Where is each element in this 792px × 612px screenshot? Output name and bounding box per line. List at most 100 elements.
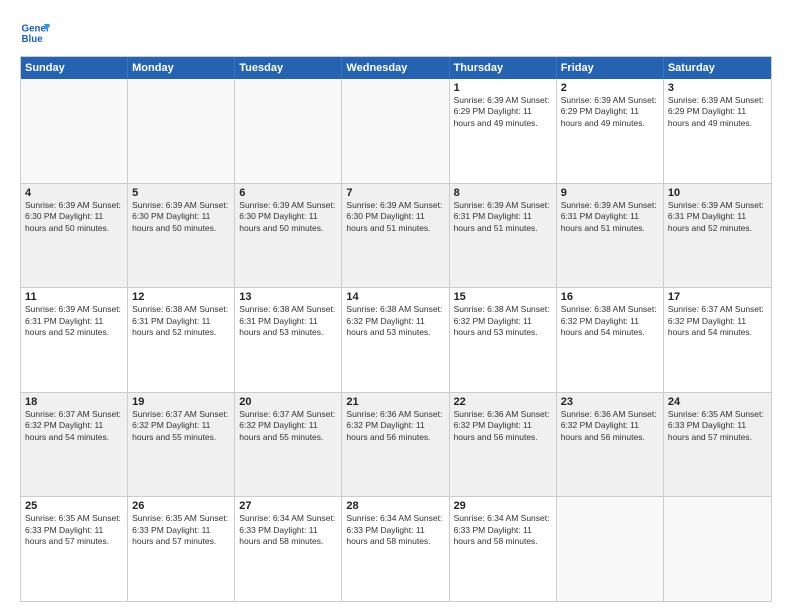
cell-info: Sunrise: 6:39 AM Sunset: 6:30 PM Dayligh… [239, 200, 337, 234]
day-number: 22 [454, 396, 552, 408]
day-number: 9 [561, 187, 659, 199]
calendar-cell: 14Sunrise: 6:38 AM Sunset: 6:32 PM Dayli… [342, 288, 449, 392]
calendar-cell: 22Sunrise: 6:36 AM Sunset: 6:32 PM Dayli… [450, 393, 557, 497]
day-number: 16 [561, 291, 659, 303]
calendar-cell: 20Sunrise: 6:37 AM Sunset: 6:32 PM Dayli… [235, 393, 342, 497]
cell-info: Sunrise: 6:39 AM Sunset: 6:29 PM Dayligh… [668, 95, 767, 129]
calendar-cell: 23Sunrise: 6:36 AM Sunset: 6:32 PM Dayli… [557, 393, 664, 497]
weekday-header-saturday: Saturday [664, 57, 771, 79]
day-number: 19 [132, 396, 230, 408]
cell-info: Sunrise: 6:35 AM Sunset: 6:33 PM Dayligh… [668, 409, 767, 443]
cell-info: Sunrise: 6:38 AM Sunset: 6:31 PM Dayligh… [239, 304, 337, 338]
cell-info: Sunrise: 6:37 AM Sunset: 6:32 PM Dayligh… [239, 409, 337, 443]
day-number: 29 [454, 500, 552, 512]
day-number: 10 [668, 187, 767, 199]
cell-info: Sunrise: 6:34 AM Sunset: 6:33 PM Dayligh… [454, 513, 552, 547]
calendar-cell: 25Sunrise: 6:35 AM Sunset: 6:33 PM Dayli… [21, 497, 128, 601]
day-number: 13 [239, 291, 337, 303]
calendar-cell: 19Sunrise: 6:37 AM Sunset: 6:32 PM Dayli… [128, 393, 235, 497]
day-number: 18 [25, 396, 123, 408]
cell-info: Sunrise: 6:39 AM Sunset: 6:31 PM Dayligh… [668, 200, 767, 234]
day-number: 3 [668, 82, 767, 94]
calendar-row-4: 25Sunrise: 6:35 AM Sunset: 6:33 PM Dayli… [21, 496, 771, 601]
cell-info: Sunrise: 6:39 AM Sunset: 6:31 PM Dayligh… [454, 200, 552, 234]
day-number: 23 [561, 396, 659, 408]
day-number: 27 [239, 500, 337, 512]
calendar-cell: 21Sunrise: 6:36 AM Sunset: 6:32 PM Dayli… [342, 393, 449, 497]
cell-info: Sunrise: 6:36 AM Sunset: 6:32 PM Dayligh… [346, 409, 444, 443]
day-number: 4 [25, 187, 123, 199]
calendar-header: SundayMondayTuesdayWednesdayThursdayFrid… [21, 57, 771, 79]
calendar-cell: 6Sunrise: 6:39 AM Sunset: 6:30 PM Daylig… [235, 184, 342, 288]
weekday-header-tuesday: Tuesday [235, 57, 342, 79]
calendar-cell: 13Sunrise: 6:38 AM Sunset: 6:31 PM Dayli… [235, 288, 342, 392]
calendar-cell: 29Sunrise: 6:34 AM Sunset: 6:33 PM Dayli… [450, 497, 557, 601]
calendar-cell: 2Sunrise: 6:39 AM Sunset: 6:29 PM Daylig… [557, 79, 664, 183]
day-number: 25 [25, 500, 123, 512]
day-number: 28 [346, 500, 444, 512]
calendar-cell: 26Sunrise: 6:35 AM Sunset: 6:33 PM Dayli… [128, 497, 235, 601]
day-number: 17 [668, 291, 767, 303]
page: General Blue SundayMondayTuesdayWednesda… [0, 0, 792, 612]
day-number: 11 [25, 291, 123, 303]
calendar: SundayMondayTuesdayWednesdayThursdayFrid… [20, 56, 772, 602]
logo-icon: General Blue [20, 18, 50, 48]
calendar-cell: 18Sunrise: 6:37 AM Sunset: 6:32 PM Dayli… [21, 393, 128, 497]
calendar-cell [557, 497, 664, 601]
cell-info: Sunrise: 6:35 AM Sunset: 6:33 PM Dayligh… [132, 513, 230, 547]
day-number: 5 [132, 187, 230, 199]
calendar-cell [342, 79, 449, 183]
cell-info: Sunrise: 6:34 AM Sunset: 6:33 PM Dayligh… [239, 513, 337, 547]
calendar-row-3: 18Sunrise: 6:37 AM Sunset: 6:32 PM Dayli… [21, 392, 771, 497]
svg-text:Blue: Blue [22, 34, 44, 45]
cell-info: Sunrise: 6:39 AM Sunset: 6:31 PM Dayligh… [561, 200, 659, 234]
weekday-header-thursday: Thursday [450, 57, 557, 79]
cell-info: Sunrise: 6:38 AM Sunset: 6:32 PM Dayligh… [561, 304, 659, 338]
calendar-cell: 11Sunrise: 6:39 AM Sunset: 6:31 PM Dayli… [21, 288, 128, 392]
calendar-cell [664, 497, 771, 601]
calendar-cell: 12Sunrise: 6:38 AM Sunset: 6:31 PM Dayli… [128, 288, 235, 392]
calendar-body: 1Sunrise: 6:39 AM Sunset: 6:29 PM Daylig… [21, 79, 771, 601]
day-number: 2 [561, 82, 659, 94]
weekday-header-monday: Monday [128, 57, 235, 79]
cell-info: Sunrise: 6:38 AM Sunset: 6:32 PM Dayligh… [346, 304, 444, 338]
calendar-cell: 27Sunrise: 6:34 AM Sunset: 6:33 PM Dayli… [235, 497, 342, 601]
day-number: 15 [454, 291, 552, 303]
logo: General Blue [20, 18, 52, 48]
calendar-cell: 15Sunrise: 6:38 AM Sunset: 6:32 PM Dayli… [450, 288, 557, 392]
calendar-cell: 5Sunrise: 6:39 AM Sunset: 6:30 PM Daylig… [128, 184, 235, 288]
calendar-cell: 24Sunrise: 6:35 AM Sunset: 6:33 PM Dayli… [664, 393, 771, 497]
calendar-cell: 3Sunrise: 6:39 AM Sunset: 6:29 PM Daylig… [664, 79, 771, 183]
cell-info: Sunrise: 6:39 AM Sunset: 6:30 PM Dayligh… [346, 200, 444, 234]
cell-info: Sunrise: 6:37 AM Sunset: 6:32 PM Dayligh… [25, 409, 123, 443]
cell-info: Sunrise: 6:37 AM Sunset: 6:32 PM Dayligh… [668, 304, 767, 338]
cell-info: Sunrise: 6:39 AM Sunset: 6:31 PM Dayligh… [25, 304, 123, 338]
calendar-cell: 17Sunrise: 6:37 AM Sunset: 6:32 PM Dayli… [664, 288, 771, 392]
day-number: 14 [346, 291, 444, 303]
cell-info: Sunrise: 6:35 AM Sunset: 6:33 PM Dayligh… [25, 513, 123, 547]
calendar-cell: 16Sunrise: 6:38 AM Sunset: 6:32 PM Dayli… [557, 288, 664, 392]
cell-info: Sunrise: 6:36 AM Sunset: 6:32 PM Dayligh… [561, 409, 659, 443]
weekday-header-wednesday: Wednesday [342, 57, 449, 79]
day-number: 26 [132, 500, 230, 512]
cell-info: Sunrise: 6:36 AM Sunset: 6:32 PM Dayligh… [454, 409, 552, 443]
weekday-header-sunday: Sunday [21, 57, 128, 79]
day-number: 24 [668, 396, 767, 408]
calendar-cell: 1Sunrise: 6:39 AM Sunset: 6:29 PM Daylig… [450, 79, 557, 183]
cell-info: Sunrise: 6:37 AM Sunset: 6:32 PM Dayligh… [132, 409, 230, 443]
header: General Blue [20, 18, 772, 48]
weekday-header-friday: Friday [557, 57, 664, 79]
calendar-cell [235, 79, 342, 183]
calendar-cell [128, 79, 235, 183]
cell-info: Sunrise: 6:39 AM Sunset: 6:29 PM Dayligh… [561, 95, 659, 129]
cell-info: Sunrise: 6:34 AM Sunset: 6:33 PM Dayligh… [346, 513, 444, 547]
day-number: 7 [346, 187, 444, 199]
calendar-cell: 28Sunrise: 6:34 AM Sunset: 6:33 PM Dayli… [342, 497, 449, 601]
calendar-cell: 10Sunrise: 6:39 AM Sunset: 6:31 PM Dayli… [664, 184, 771, 288]
day-number: 1 [454, 82, 552, 94]
calendar-row-1: 4 Sunrise: 6:39 AM Sunset: 6:30 PM Daylig… [21, 183, 771, 288]
cell-info: Sunrise: 6:39 AM Sunset: 6:29 PM Dayligh… [454, 95, 552, 129]
calendar-row-2: 11Sunrise: 6:39 AM Sunset: 6:31 PM Dayli… [21, 287, 771, 392]
calendar-cell [21, 79, 128, 183]
calendar-cell: 7Sunrise: 6:39 AM Sunset: 6:30 PM Daylig… [342, 184, 449, 288]
